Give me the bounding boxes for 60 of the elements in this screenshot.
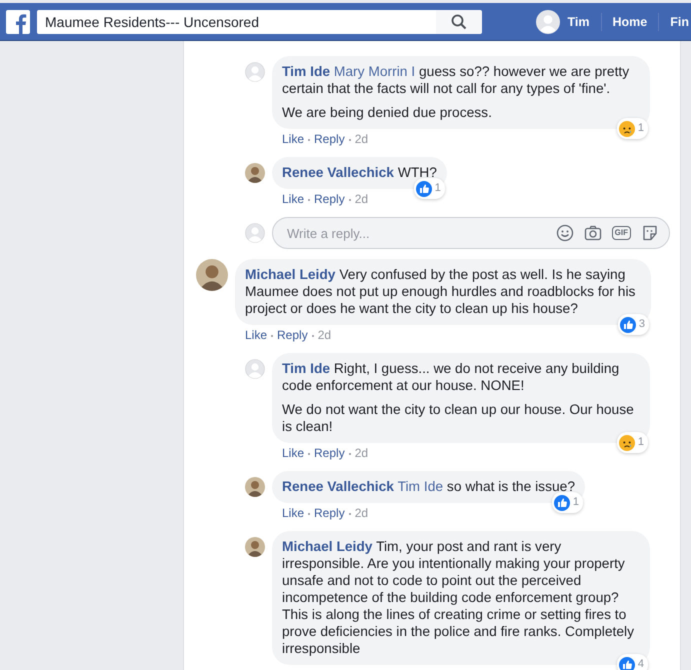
gif-button[interactable]: GIF	[612, 226, 631, 240]
timestamp[interactable]: 2d	[354, 132, 368, 146]
like-link[interactable]: Like	[282, 192, 304, 206]
author-name[interactable]: Tim Ide	[282, 64, 330, 79]
comment-text: We do not want the city to clean up our house. Our house is clean!	[282, 401, 635, 435]
logo-icon[interactable]	[6, 10, 30, 34]
reaction-badge[interactable]: 1	[414, 178, 445, 199]
like-link[interactable]: Like	[282, 506, 304, 520]
sticker-icon[interactable]	[641, 224, 659, 242]
comment-text: Renee Vallechick Tim Ide so what is the issue?	[282, 478, 575, 495]
comment-text: Tim Ide Right, I guess... we do not receive any building code enforcement at our house. NONE!	[282, 360, 620, 394]
comment-text: Renee Vallechick WTH?	[282, 164, 437, 181]
mention-link[interactable]: Tim Ide	[398, 479, 444, 494]
timestamp[interactable]: 2d	[354, 192, 368, 206]
comment-text: We are being denied due process.	[282, 104, 493, 121]
thumbs-up-icon	[620, 316, 636, 332]
comment-text: Michael Leidy Tim, your post and rant is very irresponsible. Are you intentionally making your property unsafe and not to code to point out the perceived incompetence of the building code enforcement group? This is along the lines of creating crime or setting fires to prove deficiencies in the police and fire ranks. Completely irresponsible	[282, 538, 636, 657]
reply-link[interactable]: Reply	[314, 132, 345, 146]
reply-field[interactable]: Write a reply... GIF	[272, 217, 670, 249]
thumbs-up-icon	[554, 494, 570, 510]
timestamp[interactable]: 2d	[318, 328, 332, 342]
timestamp[interactable]: 2d	[354, 446, 368, 460]
reply-link[interactable]: Reply	[314, 446, 345, 460]
avatar[interactable]	[196, 259, 228, 291]
comment-text: Tim Ide Mary Morrin I guess so?? however we are pretty certain that the facts will not call for any types of 'fine'.	[282, 63, 630, 97]
author-name[interactable]: Renee Vallechick	[282, 479, 394, 494]
mention-link[interactable]: Mary Morrin I	[334, 64, 416, 79]
sad-face-icon	[618, 434, 635, 450]
reaction-badge[interactable]: 1	[552, 492, 583, 513]
author-name[interactable]: Michael Leidy	[245, 267, 336, 282]
author-name[interactable]: Renee Vallechick	[282, 165, 394, 180]
reaction-badge[interactable]: 1	[616, 118, 648, 139]
comment-text: Michael Leidy Very confused by the post as well. Is he saying Maumee does not put up enough hurdles and roadblocks for his project or does he want the city to clean up his house?	[245, 266, 636, 317]
search-button[interactable]	[436, 10, 482, 34]
profile-link[interactable]: Tim	[566, 14, 592, 28]
reaction-badge[interactable]: 1	[616, 432, 648, 453]
reply-link[interactable]: Reply	[314, 192, 345, 206]
reply-link[interactable]: Reply	[277, 328, 308, 342]
avatar[interactable]	[245, 163, 265, 183]
avatar[interactable]	[245, 477, 265, 497]
like-link[interactable]: Like	[282, 446, 304, 460]
thumbs-up-icon	[618, 656, 635, 670]
reply-link[interactable]: Reply	[314, 506, 345, 520]
reaction-badge[interactable]: 3	[618, 314, 649, 335]
like-link[interactable]: Like	[245, 328, 268, 342]
author-name[interactable]: Tim Ide	[282, 361, 330, 376]
smiley-icon[interactable]	[556, 224, 574, 242]
like-link[interactable]: Like	[282, 132, 304, 146]
nav-link[interactable]: Fin	[668, 14, 691, 28]
camera-icon[interactable]	[584, 224, 602, 242]
author-name[interactable]: Michael Leidy	[282, 539, 372, 554]
thumbs-up-icon	[416, 180, 432, 196]
timestamp[interactable]: 2d	[354, 506, 368, 520]
nav-link[interactable]: Home	[610, 14, 650, 28]
search-icon	[450, 14, 467, 30]
profile-avatar[interactable]	[536, 10, 560, 34]
search-field[interactable]: Maumee Residents--- Uncensored	[37, 10, 436, 34]
avatar[interactable]	[245, 537, 265, 557]
sad-face-icon	[618, 120, 635, 136]
reaction-badge[interactable]: 4	[616, 654, 648, 670]
